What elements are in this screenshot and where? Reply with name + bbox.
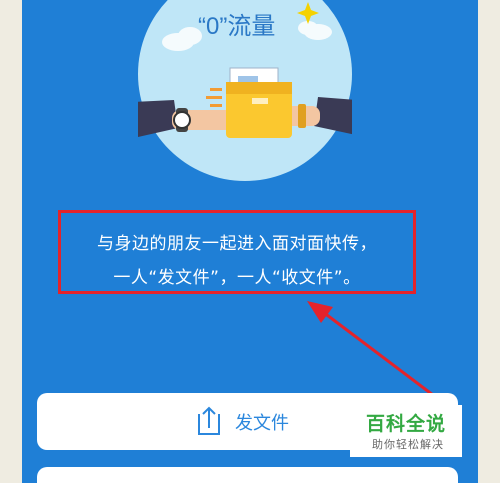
page-margin-right xyxy=(478,0,500,483)
watermark-title: 百科全说 xyxy=(366,413,447,435)
description-line-2: 一人“发文件”，一人“收文件”。 xyxy=(113,268,361,288)
page-margin-left xyxy=(0,0,22,483)
file-share-illustration: “0”流量 xyxy=(138,0,352,181)
annotation-arrow xyxy=(307,301,434,397)
highlighted-description: 与身边的朋友一起进入面对面快传， 一人“发文件”，一人“收文件”。 xyxy=(58,210,416,294)
receive-file-button[interactable] xyxy=(37,467,458,483)
send-file-label: 发文件 xyxy=(235,413,289,434)
upload-icon xyxy=(198,406,220,435)
zero-traffic-label: “0”流量 xyxy=(198,13,275,40)
watermark-subtitle: 助你轻松解决 xyxy=(372,438,444,451)
watermark: 百科全说 助你轻松解决 xyxy=(350,405,462,457)
hero-illustration: “0”流量 xyxy=(138,0,352,186)
description-line-1: 与身边的朋友一起进入面对面快传， xyxy=(97,234,377,254)
